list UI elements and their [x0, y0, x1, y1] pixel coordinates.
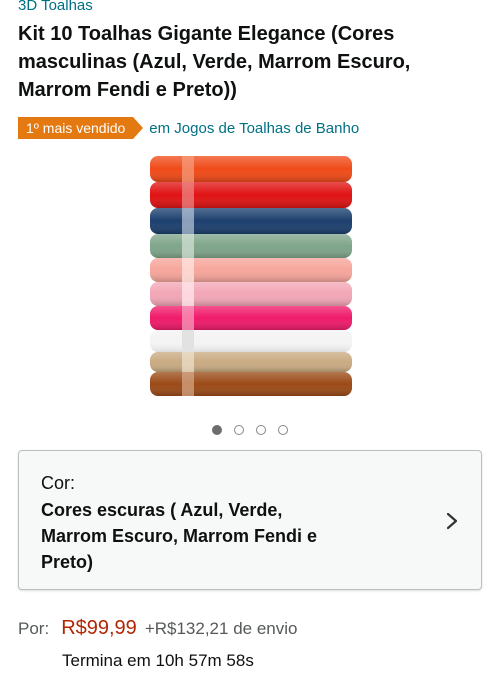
carousel-dot[interactable] [212, 425, 222, 435]
carousel-dot[interactable] [256, 425, 266, 435]
variant-label: Cor: [41, 473, 76, 493]
towel-peach [150, 258, 352, 282]
towel-beige [150, 352, 352, 372]
price-row: Por: R$99,99 +R$132,21 de envio [18, 617, 297, 640]
category-name: Jogos de Toalhas de Banho [174, 119, 360, 137]
best-seller-category-link[interactable]: em Jogos de Toalhas de Banho [149, 120, 359, 137]
towel-pink [150, 282, 352, 306]
towel-white [150, 330, 352, 352]
brand-link[interactable]: 3D Toalhas [18, 0, 93, 14]
towel-orange [150, 156, 352, 182]
category-prefix: em [149, 119, 171, 137]
best-seller-badge[interactable]: 1º mais vendido [18, 117, 144, 139]
color-variant-selector[interactable]: Cor: Cores escuras ( Azul, Verde, Marrom… [18, 450, 482, 590]
shipping-cost: +R$132,21 de envio [144, 619, 298, 638]
towel-magenta [150, 306, 352, 330]
variant-value: Cores escuras ( Azul, Verde, Marrom Escu… [41, 500, 318, 572]
towel-navy [150, 208, 352, 234]
deal-timer: Termina em 10h 57m 58s [62, 651, 254, 670]
chevron-right-icon [446, 512, 458, 530]
carousel-dot[interactable] [234, 425, 244, 435]
price-amount: R$99,99 [61, 617, 137, 639]
product-title: Kit 10 Toalhas Gigante Elegance (Cores m… [18, 23, 411, 101]
price-prefix: Por: [18, 619, 50, 638]
image-carousel-dots [0, 425, 500, 435]
towel-red [150, 182, 352, 208]
towel-brown [150, 372, 352, 396]
carousel-dot[interactable] [278, 425, 288, 435]
best-seller-row: 1º mais vendido em Jogos de Toalhas de B… [18, 117, 359, 139]
towel-sage [150, 234, 352, 258]
towel-stack-image[interactable] [138, 150, 363, 400]
